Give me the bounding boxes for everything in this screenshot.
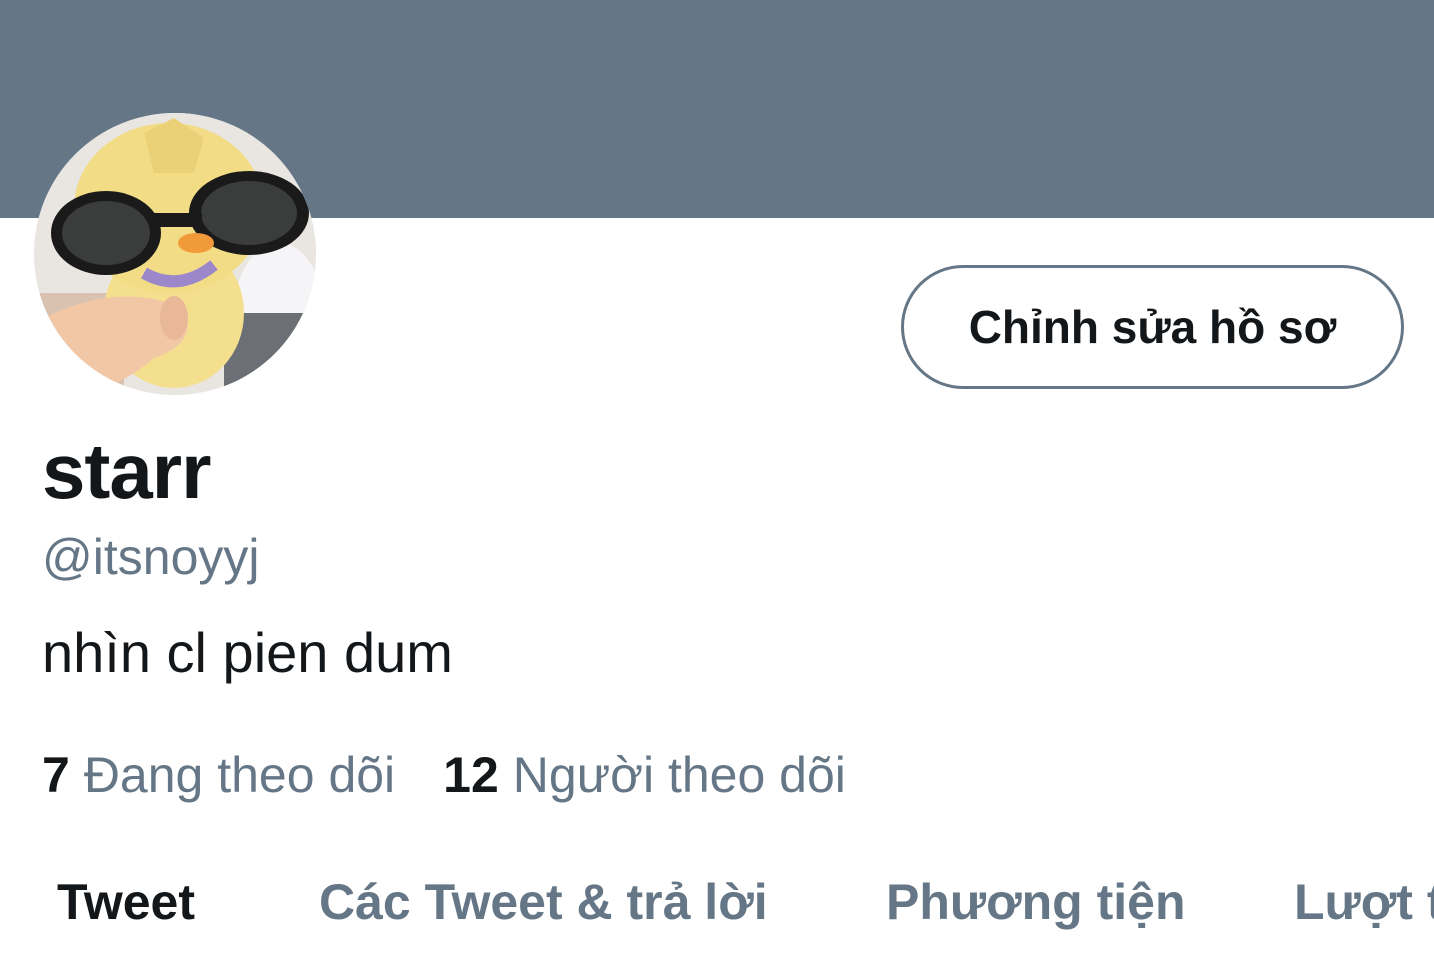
edit-profile-button[interactable]: Chỉnh sửa hồ sơ <box>901 265 1404 389</box>
profile-bio: nhìn cl pien dum <box>42 621 453 684</box>
tab-likes[interactable]: Lượt t <box>1294 872 1434 932</box>
followers-stat[interactable]: 12 Người theo dõi <box>443 748 846 803</box>
avatar-image <box>34 113 316 395</box>
user-handle: @itsnoyyj <box>42 529 260 585</box>
avatar[interactable] <box>34 113 316 395</box>
followers-count: 12 <box>443 747 499 803</box>
tab-tweets[interactable]: Tweet <box>57 872 195 932</box>
follow-stats: 7 Đang theo dõi 12 Người theo dõi <box>42 748 894 803</box>
display-name: starr <box>42 427 211 515</box>
profile-tabs: Tweet Các Tweet & trả lời Phương tiện Lư… <box>0 872 1434 963</box>
followers-label: Người theo dõi <box>512 747 846 803</box>
tab-tweets-and-replies[interactable]: Các Tweet & trả lời <box>319 872 768 932</box>
following-label: Đang theo dõi <box>83 747 396 803</box>
following-stat[interactable]: 7 Đang theo dõi <box>42 748 395 803</box>
profile-page: Chỉnh sửa hồ sơ starr @itsnoyyj nhìn cl … <box>0 0 1434 963</box>
tab-media[interactable]: Phương tiện <box>886 872 1186 932</box>
following-count: 7 <box>42 747 70 803</box>
